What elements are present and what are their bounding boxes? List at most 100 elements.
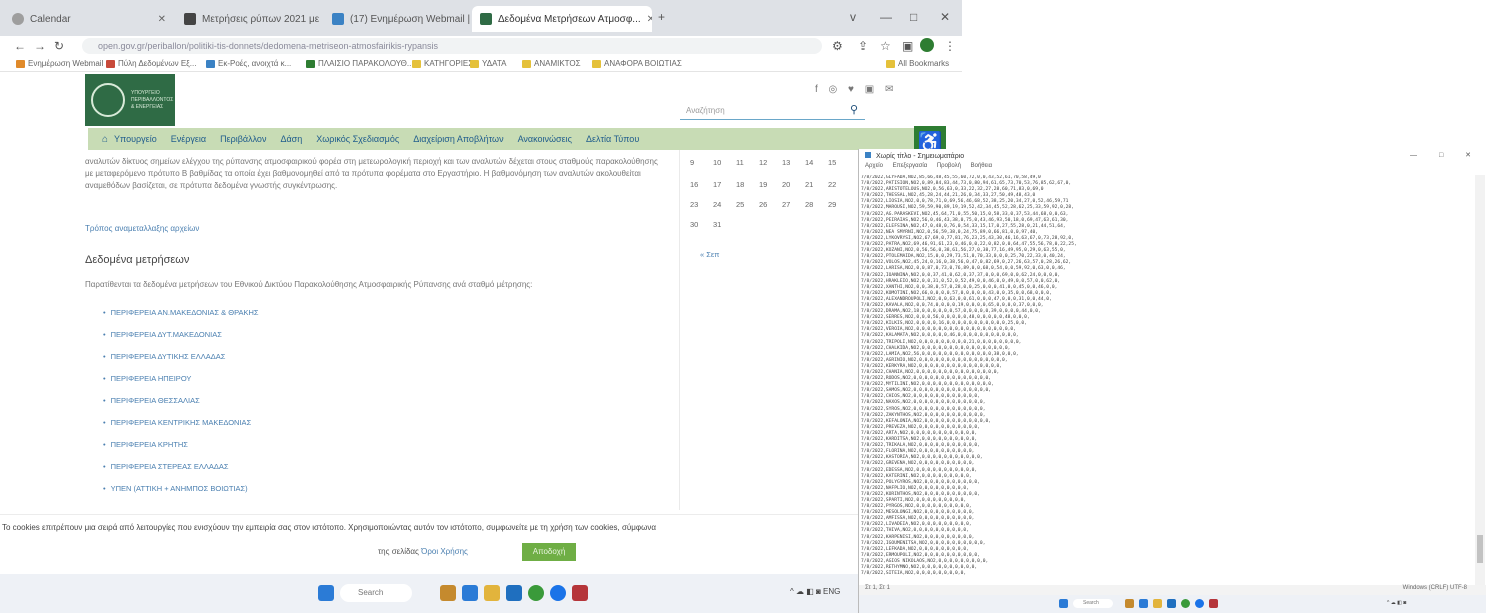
- folder-icon: [412, 59, 421, 68]
- notepad-menubar: Αρχείο Επεξεργασία Προβολή Βοήθεια: [859, 163, 1486, 173]
- chrome-icon[interactable]: [528, 585, 544, 601]
- site-search-input[interactable]: Αναζήτηση: [680, 102, 865, 120]
- section-heading: Δεδομένα μετρήσεων: [85, 254, 190, 266]
- new-tab-button[interactable]: +: [658, 10, 665, 24]
- mail-icon[interactable]: [1167, 599, 1176, 608]
- menu-item[interactable]: Δάση: [280, 134, 302, 144]
- forward-icon[interactable]: →: [34, 39, 46, 53]
- calendar-row: 16 17 18 19 20 21 22: [690, 180, 837, 189]
- menu-item[interactable]: Χωρικός Σχεδιασμός: [316, 134, 399, 144]
- system-tray[interactable]: ^ ☁ ◧ ◙ ENG: [790, 587, 840, 596]
- ministry-logo[interactable]: ΥΠΟΥΡΓΕΙΟ ΠΕΡΙΒΑΛΛΟΝΤΟΣ & ΕΝΕΡΓΕΙΑΣ: [85, 74, 175, 126]
- edge-icon[interactable]: [550, 585, 566, 601]
- tab-search-icon[interactable]: v: [850, 10, 856, 24]
- notepad-window-controls[interactable]: — □ ✕: [1410, 151, 1481, 159]
- task-view-icon[interactable]: [1139, 599, 1148, 608]
- close-icon[interactable]: ✕: [641, 14, 652, 25]
- edge-icon[interactable]: [1195, 599, 1204, 608]
- logo-emblem-icon: [91, 83, 125, 117]
- region-link[interactable]: ΠΕΡΙΦΕΡΕΙΑ ΚΕΝΤΡΙΚΗΣ ΜΑΚΕΔΟΝΙΑΣ: [103, 418, 252, 427]
- tab-calendar[interactable]: Calendar ✕: [4, 6, 174, 32]
- task-view-icon[interactable]: [462, 585, 478, 601]
- profile-avatar[interactable]: [920, 38, 934, 52]
- cookie-more: της σελίδας Όροι Χρήσης: [378, 547, 468, 556]
- store-icon[interactable]: [572, 585, 588, 601]
- menu-icon[interactable]: ⋮: [944, 39, 956, 53]
- menu-item[interactable]: Ανακοινώσεις: [518, 134, 572, 144]
- intro-paragraph: αναλυτών δίκτυος σημείων ελέγχου της ρύπ…: [85, 157, 658, 190]
- accept-cookies-button[interactable]: Αποδοχή: [522, 543, 576, 561]
- bookmark-item[interactable]: ΠΛΑΙΣΙΟ ΠΑΡΑΚΟΛΟΥΘ...: [306, 59, 414, 68]
- taskbar-search[interactable]: Search: [340, 584, 412, 602]
- region-link[interactable]: ΠΕΡΙΦΕΡΕΙΑ ΣΤΕΡΕΑΣ ΕΛΛΑΔΑΣ: [103, 462, 229, 471]
- share-icon[interactable]: ⇪: [858, 39, 868, 53]
- maximize-button[interactable]: □: [910, 10, 917, 24]
- notepad-title: Χωρίς τίτλο - Σημειωματάριο: [875, 153, 965, 160]
- social-icons[interactable]: f ◎ ♥ ▣ ✉: [815, 84, 897, 95]
- menu-view[interactable]: Προβολή: [937, 163, 961, 169]
- bookmark-item[interactable]: Πύλη Δεδομένων Εξ...: [106, 59, 196, 68]
- file-explorer-icon[interactable]: [1153, 599, 1162, 608]
- star-icon[interactable]: ☆: [880, 39, 891, 53]
- menu-item[interactable]: Διαχείριση Αποβλήτων: [413, 134, 503, 144]
- section-intro: Παρατίθενται τα δεδομένα μετρήσεων του Ε…: [85, 280, 533, 289]
- menu-help[interactable]: Βοήθεια: [971, 163, 993, 169]
- taskbar-search[interactable]: Search: [1073, 599, 1113, 608]
- tab-dedomena[interactable]: Δεδομένα Μετρήσεων Ατμοσφ... ✕: [472, 6, 652, 32]
- reload-icon[interactable]: ↻: [54, 39, 64, 53]
- folder-icon: [886, 59, 895, 68]
- tab-metriseis[interactable]: Μετρήσεις ρύπων 2021 με άλλ... ✕: [176, 6, 322, 32]
- region-link[interactable]: ΠΕΡΙΦΕΡΕΙΑ ΑΝ.ΜΑΚΕΔΟΝΙΑΣ & ΘΡΑΚΗΣ: [103, 308, 259, 317]
- sidepanel-icon[interactable]: ▣: [902, 39, 913, 53]
- close-window-button[interactable]: ✕: [940, 10, 950, 24]
- bookmark-item[interactable]: Ενημέρωση Webmail: [16, 59, 103, 68]
- region-link[interactable]: ΠΕΡΙΦΕΡΕΙΑ ΗΠΕΙΡΟΥ: [103, 374, 192, 383]
- widgets-icon[interactable]: [1125, 599, 1134, 608]
- start-icon[interactable]: [1059, 599, 1068, 608]
- menu-edit[interactable]: Επεξεργασία: [893, 163, 928, 169]
- home-icon[interactable]: ⌂: [102, 134, 108, 145]
- region-link[interactable]: ΠΕΡΙΦΕΡΕΙΑ ΔΥΤ.ΜΑΚΕΔΟΝΙΑΣ: [103, 330, 222, 339]
- notepad-text-area[interactable]: 7/8/2022,GLYFADA,NO2,85,66,48,45,55,60,7…: [861, 175, 1471, 591]
- region-link[interactable]: ΠΕΡΙΦΕΡΕΙΑ ΚΡΗΤΗΣ: [103, 440, 188, 449]
- bookmark-item[interactable]: Εκ-Ροές, ανοιχτά κ...: [206, 59, 291, 68]
- menu-item[interactable]: Ενέργεια: [171, 134, 206, 144]
- system-tray[interactable]: ^ ☁ ◧ ◙: [1387, 600, 1406, 606]
- bookmark-folder[interactable]: ΥΔΑΤΑ: [470, 59, 506, 68]
- files-link[interactable]: Τρόπος αναμεταλλαξης αρχείων: [85, 224, 199, 233]
- menu-item[interactable]: Περιβάλλον: [220, 134, 266, 144]
- minimize-button[interactable]: —: [880, 10, 892, 24]
- all-bookmarks[interactable]: All Bookmarks: [886, 59, 949, 68]
- bookmark-folder[interactable]: ΚΑΤΗΓΟΡΙΕΣ: [412, 59, 473, 68]
- menu-item[interactable]: Δελτία Τύπου: [586, 134, 639, 144]
- calendar-row: 9 10 11 12 13 14 15: [690, 158, 837, 167]
- bookmark-folder[interactable]: ΑΝΑΦΟΡΑ ΒΟΙΩΤΙΑΣ: [592, 59, 682, 68]
- notepad-scrollbar[interactable]: [1475, 175, 1485, 591]
- close-icon[interactable]: ✕: [152, 14, 166, 25]
- file-explorer-icon[interactable]: [484, 585, 500, 601]
- cursor-position: Στ 1, Στ 1: [865, 585, 890, 591]
- start-icon[interactable]: [318, 585, 334, 601]
- search-icon[interactable]: ⚲: [850, 103, 858, 116]
- bookmark-folder[interactable]: ΑΝΑΜΙΚΤΟΣ: [522, 59, 581, 68]
- address-bar-row: ← → ↻ open.gov.gr/periballon/politiki-ti…: [0, 36, 962, 56]
- region-link[interactable]: ΠΕΡΙΦΕΡΕΙΑ ΘΕΣΣΑΛΙΑΣ: [103, 396, 200, 405]
- terms-link[interactable]: Όροι Χρήσης: [421, 547, 468, 556]
- store-icon[interactable]: [1209, 599, 1218, 608]
- chrome-icon[interactable]: [1181, 599, 1190, 608]
- calendar-prev-link[interactable]: « Σεπ: [700, 250, 719, 259]
- url-input[interactable]: open.gov.gr/periballon/politiki-tis-donn…: [82, 38, 822, 54]
- browser-window: Calendar ✕ Μετρήσεις ρύπων 2021 με άλλ..…: [0, 0, 962, 613]
- region-link[interactable]: ΥΠΕΝ (ΑΤΤΙΚΗ + ΑΝΗΜΠΟΣ ΒΟΙΩΤΙΑΣ): [103, 484, 248, 493]
- menu-file[interactable]: Αρχείο: [865, 163, 883, 169]
- region-link[interactable]: ΠΕΡΙΦΕΡΕΙΑ ΔΥΤΙΚΗΣ ΕΛΛΑΔΑΣ: [103, 352, 226, 361]
- widgets-icon[interactable]: [440, 585, 456, 601]
- scrollbar-thumb[interactable]: [1477, 535, 1483, 563]
- menu-item[interactable]: Υπουργείο: [114, 134, 157, 144]
- mail-icon[interactable]: [506, 585, 522, 601]
- back-icon[interactable]: ←: [14, 39, 26, 53]
- extensions-icon[interactable]: ⚙: [832, 39, 843, 53]
- folder-icon: [592, 59, 601, 68]
- bookmark-icon: [106, 59, 115, 68]
- tab-webmail[interactable]: (17) Ενημέρωση Webmail | Fac... ✕: [324, 6, 470, 32]
